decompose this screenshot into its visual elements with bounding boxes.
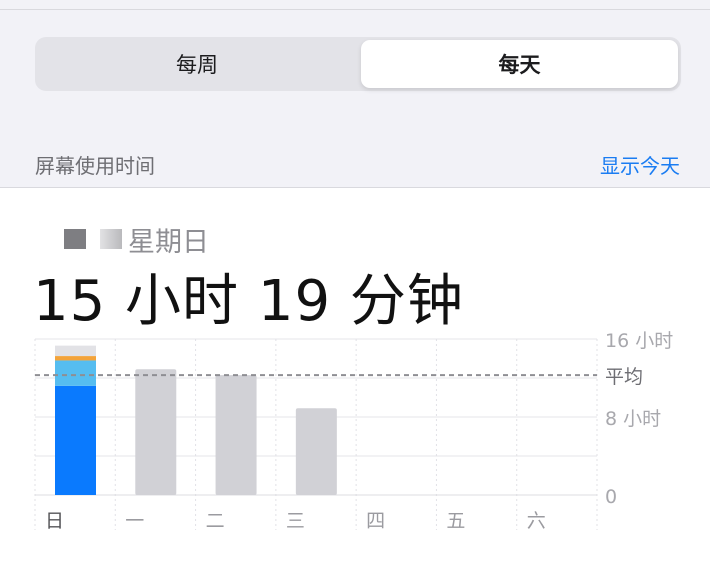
date-row: 星期日 [64, 222, 209, 258]
x-tick-label: 四 [366, 510, 385, 532]
day-label: 星期日 [128, 226, 209, 258]
top-area: 每周 每天 屏幕使用时间 显示今天 [0, 0, 710, 188]
average-label: 平均 [605, 366, 643, 388]
y-tick-label: 16 小时 [605, 330, 673, 352]
x-tick-label: 三 [286, 510, 305, 532]
redacted-date-block-2 [100, 229, 122, 249]
bar-today-segment-orange [55, 356, 96, 361]
top-divider [0, 9, 710, 10]
show-today-link[interactable]: 显示今天 [600, 150, 680, 179]
bar-2 [215, 375, 257, 495]
section-label: 屏幕使用时间 [35, 154, 155, 178]
segment-weekly[interactable]: 每周 [38, 40, 356, 88]
x-tick-label: 二 [206, 510, 225, 532]
bar-today-segment-blue [55, 385, 96, 495]
x-tick-label: 五 [446, 510, 465, 532]
bar-1 [135, 369, 177, 495]
segment-daily[interactable]: 每天 [361, 40, 678, 88]
y-tick-label: 8 小时 [605, 408, 661, 430]
bar-today-segment-light_blue [55, 360, 96, 386]
x-tick-label: 一 [125, 510, 144, 532]
section-divider [0, 187, 710, 188]
x-tick-label: 六 [527, 510, 546, 532]
y-tick-label: 0 [605, 486, 617, 508]
bar-today-segment-other [55, 345, 96, 357]
x-tick-label: 日 [45, 510, 64, 532]
total-time: 15 小时 19 分钟 [33, 269, 464, 334]
period-segmented-control[interactable]: 每周 每天 [35, 37, 681, 91]
redacted-date-block [64, 229, 86, 249]
bar-3 [295, 408, 337, 495]
usage-chart[interactable]: 日 一 二 三 四 五 六 16 小时 8 小时 0 平均 [0, 330, 710, 540]
